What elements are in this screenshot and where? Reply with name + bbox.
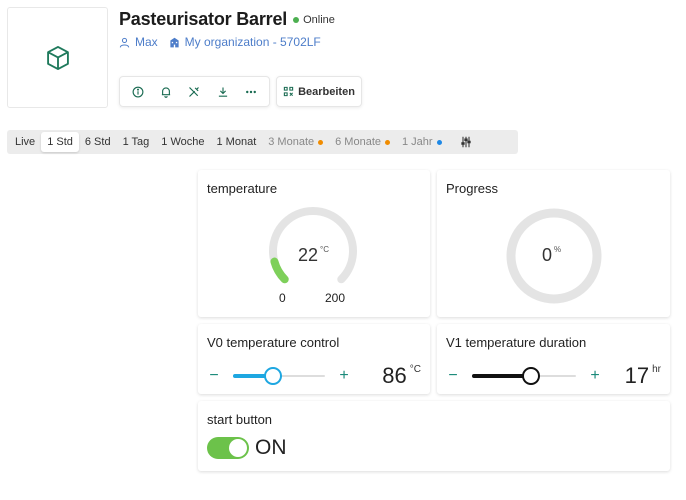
premium-dot [385,139,390,145]
progress-title: Progress [446,181,499,196]
progress-widget: Progress 0% [437,170,670,317]
temperature-max: 200 [325,291,346,305]
time-range-option[interactable]: 6 Std [79,132,117,152]
cube-icon [46,45,69,70]
time-range-label: 1 Tag [122,136,150,148]
info-icon [132,86,144,97]
time-range-label: 1 Woche [161,136,205,148]
time-range-option[interactable]: 1 Tag [117,132,156,152]
edit-label: Bearbeiten [298,85,355,98]
time-range-label: 6 Monate [335,136,381,148]
v1-slider[interactable] [472,362,576,390]
download-button[interactable] [212,81,234,103]
v0-slider[interactable] [233,362,325,390]
v1-unit: hr [652,364,661,375]
device-thumbnail [7,7,108,108]
time-range-option[interactable]: Live [9,132,41,152]
time-range-option[interactable]: 1 Woche [155,132,210,152]
v1-increment-button[interactable]: + [588,368,602,384]
v1-value: 17 hr [624,363,661,388]
start-toggle[interactable] [207,437,249,459]
temperature-widget: temperature 22 °C 0 200 [198,170,430,317]
time-range-option[interactable]: 1 Monat [211,132,263,152]
v0-title: V0 temperature control [207,335,340,350]
temperature-value: 22 °C [298,245,330,265]
device-title: Pasteurisator Barrel [119,9,288,29]
building-icon [170,37,179,47]
action-toolbar [119,76,270,107]
more-button[interactable] [240,81,262,103]
premium-dot [318,139,324,145]
time-range-option[interactable]: 1 Std [41,132,79,152]
user-icon [119,37,130,47]
v0-slider-thumb[interactable] [263,367,282,385]
status-badge: Online [293,14,335,26]
more-icon [245,90,256,93]
time-range-label: 6 Std [84,136,111,148]
status-dot [293,16,300,23]
time-range-option[interactable]: 6 Monate [329,132,396,152]
v0-decrement-button[interactable]: − [207,368,221,384]
v0-unit: °C [409,364,421,375]
organization-name: My organization - 5702LF [184,35,321,49]
device-meta: Max My organization - 5702LF [119,35,332,49]
user-name: Max [135,35,158,49]
v1-decrement-button[interactable]: − [446,368,460,384]
time-range-label: Live [15,136,36,148]
sliders-icon [460,136,471,148]
time-range-label: 1 Jahr [402,136,433,148]
temperature-title: temperature [207,181,278,196]
edit-button[interactable]: Bearbeiten [276,76,362,107]
download-icon [218,87,227,97]
range-settings-button[interactable] [454,132,478,152]
user-link[interactable]: Max [119,35,158,49]
tools-button[interactable] [183,81,205,103]
v1-control: − + 17 hr [446,362,661,390]
v0-value: 86 °C [382,363,421,388]
premium-dot [436,139,442,145]
v0-widget: V0 temperature control − + 86 °C [198,324,430,394]
device-header: Pasteurisator Barrel Online [119,9,335,30]
temperature-gauge-fill [270,257,289,284]
bell-icon [162,86,171,98]
start-state-label: ON [255,436,287,459]
organization-link[interactable]: My organization - 5702LF [169,35,321,49]
start-widget: start button ON [198,401,670,471]
start-toggle-knob [229,439,247,457]
progress-value: 0% [542,245,562,265]
temperature-min: 0 [279,291,286,305]
time-range-option[interactable]: 3 Monate [262,132,329,152]
info-button[interactable] [127,81,149,103]
v0-increment-button[interactable]: + [337,368,351,384]
time-range-selector: Live 1 Std 6 Std 1 Tag 1 Woche 1 Monat 3 Monat… [7,130,518,154]
time-range-label: 1 Monat [216,136,257,148]
progress-unit: % [554,245,562,254]
time-range-option[interactable]: 1 Jahr [396,132,448,152]
time-range-label: 1 Std [47,136,73,148]
v1-slider-thumb[interactable] [522,367,541,385]
time-range-label: 3 Monate [268,136,315,148]
alarm-button[interactable] [155,81,177,103]
start-title: start button [207,412,273,427]
v1-title: V1 temperature duration [446,335,587,350]
temperature-unit: °C [320,245,330,254]
v0-control: − + 86 °C [207,362,421,390]
edit-icon [283,86,294,97]
status-label: Online [303,13,335,26]
tools-icon [189,86,200,97]
v1-widget: V1 temperature duration − + 17 hr [437,324,670,394]
